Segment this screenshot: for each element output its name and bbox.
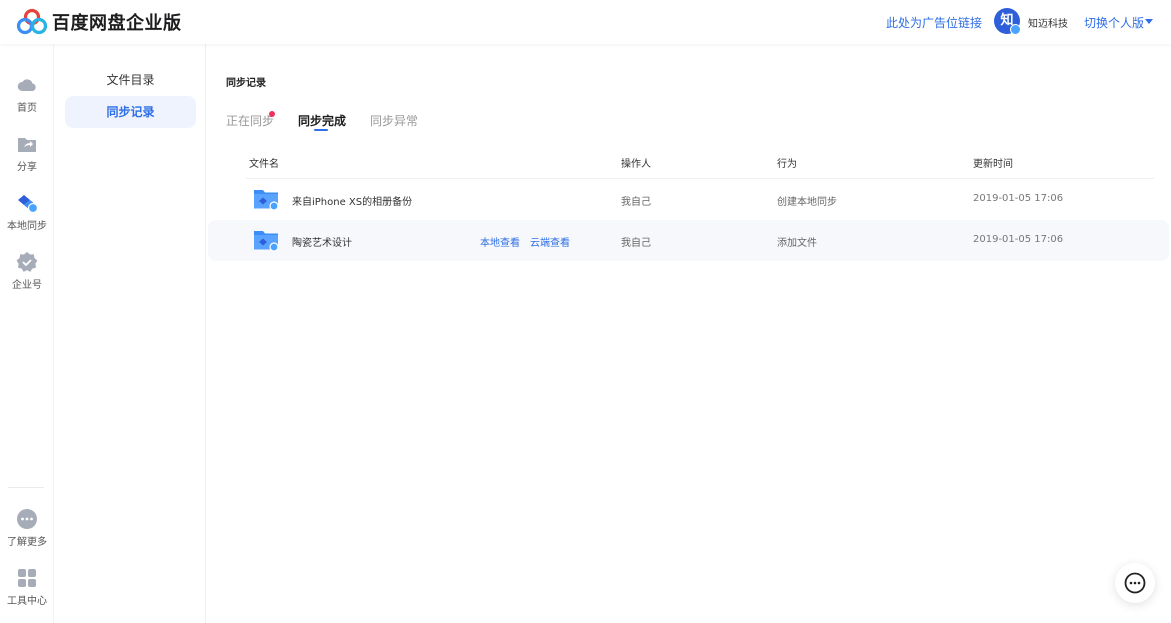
share-folder-icon — [18, 138, 36, 152]
table-row[interactable]: 来自iPhone XS的相册备份 我自己 创建本地同步 2019-01-05 1… — [208, 179, 1169, 220]
local-view-link[interactable]: 本地查看 — [480, 234, 520, 249]
rail-label: 企业号 — [12, 280, 42, 291]
rail-label: 工具中心 — [7, 596, 47, 607]
top-header: 百度网盘企业版 此处为广告位链接 知 知迈科技 切换个人版 — [0, 0, 1171, 44]
switch-version-link[interactable]: 切换个人版 — [1084, 14, 1144, 31]
company-name[interactable]: 知迈科技 — [1028, 15, 1068, 30]
operator: 我自己 — [621, 197, 651, 208]
rail-item-enterprise[interactable]: 企业号 — [0, 251, 54, 291]
sync-folder-icon — [254, 190, 279, 211]
rail-item-share[interactable]: 分享 — [0, 133, 54, 173]
rail-label: 了解更多 — [7, 537, 47, 548]
notification-dot — [269, 111, 275, 117]
rail-label: 分享 — [17, 162, 37, 173]
verified-icon — [1010, 24, 1021, 35]
rail-item-home[interactable]: 首页 — [0, 74, 54, 114]
sync-folder-icon — [254, 231, 279, 252]
table-row[interactable]: 陶瓷艺术设计 本地查看 云端查看 我自己 添加文件 2019-01-05 17:… — [208, 220, 1169, 261]
active-tab-indicator — [314, 129, 328, 131]
column-header-update-time[interactable]: 更新时间 — [973, 155, 1013, 170]
rail-label: 首页 — [17, 103, 37, 114]
page-title: 同步记录 — [226, 78, 266, 89]
action-text: 创建本地同步 — [777, 197, 837, 208]
grid-icon — [18, 569, 36, 587]
floating-more-button[interactable] — [1115, 563, 1155, 603]
rail-label: 本地同步 — [7, 221, 47, 232]
brand-title[interactable]: 百度网盘企业版 — [52, 9, 182, 35]
file-name[interactable]: 来自iPhone XS的相册备份 — [292, 193, 412, 208]
tab-sync-complete[interactable]: 同步完成 — [298, 112, 346, 129]
rail-item-tool-center[interactable]: 工具中心 — [0, 567, 54, 607]
update-time: 2019-01-05 17:06 — [973, 234, 1064, 245]
tab-syncing[interactable]: 正在同步 — [226, 112, 274, 129]
chevron-down-icon[interactable] — [1145, 19, 1153, 24]
chat-more-icon — [1124, 572, 1146, 594]
main-content: 同步记录 正在同步 同步完成 同步异常 文件名 操作人 行为 更新时间 来自iP… — [206, 44, 1171, 623]
ad-link[interactable]: 此处为广告位链接 — [886, 14, 982, 31]
enterprise-badge-icon — [16, 252, 38, 272]
sub-navigation: 文件目录 同步记录 — [54, 44, 206, 623]
update-time: 2019-01-05 17:06 — [973, 193, 1064, 204]
baidu-netdisk-logo-icon[interactable] — [16, 8, 48, 36]
rail-divider — [8, 487, 44, 488]
cloud-view-link[interactable]: 云端查看 — [530, 234, 570, 249]
column-header-operator[interactable]: 操作人 — [621, 155, 651, 170]
subnav-item-file-directory[interactable]: 文件目录 — [65, 64, 196, 96]
subnav-item-sync-records[interactable]: 同步记录 — [65, 96, 196, 128]
more-icon — [17, 509, 37, 529]
column-header-filename[interactable]: 文件名 — [249, 155, 279, 170]
action-text: 添加文件 — [777, 238, 817, 249]
sync-icon — [18, 195, 38, 214]
rail-item-local-sync[interactable]: 本地同步 — [0, 192, 54, 232]
cloud-icon — [17, 79, 36, 91]
file-name[interactable]: 陶瓷艺术设计 — [292, 234, 352, 249]
left-rail: 首页 分享 本地同步 企业号 了解更多 工具中心 — [0, 44, 54, 623]
column-header-action[interactable]: 行为 — [777, 155, 797, 170]
tab-sync-error[interactable]: 同步异常 — [370, 112, 418, 129]
rail-item-learn-more[interactable]: 了解更多 — [0, 508, 54, 548]
operator: 我自己 — [621, 238, 651, 249]
